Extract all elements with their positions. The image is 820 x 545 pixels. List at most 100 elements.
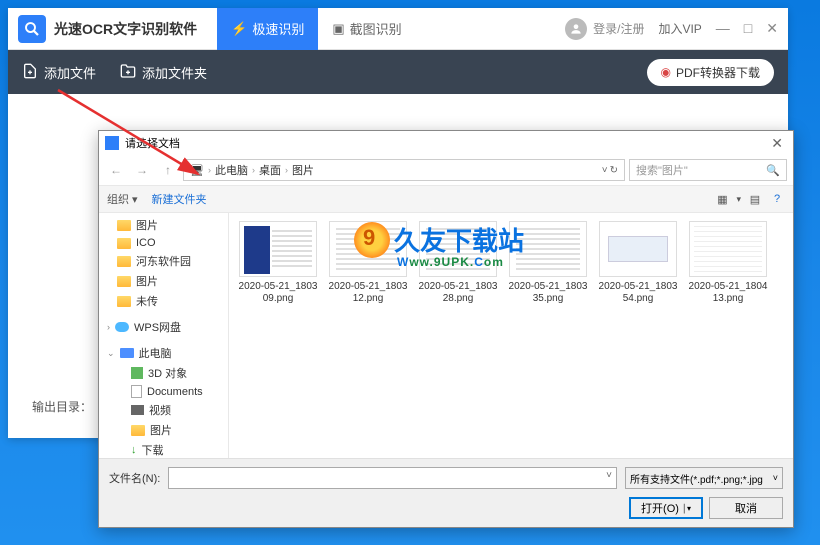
dialog-toolbar: 组织▾ 新建文件夹 ▦ ▾ ▤ ? — [99, 185, 793, 213]
file-name: 2020-05-21_180309.png — [237, 281, 319, 305]
nav-up-icon[interactable]: ↑ — [157, 159, 179, 181]
chevron-down-icon[interactable]: ˅ — [602, 468, 616, 483]
file-item[interactable]: 2020-05-21_180413.png — [687, 221, 769, 305]
add-folder-icon — [120, 63, 136, 82]
file-thumbnail — [509, 221, 587, 277]
dialog-nav-bar: ← → ↑ 🖥 › 此电脑 › 桌面 › 图片 ˅↻ 搜索"图片" 🔍 — [99, 155, 793, 185]
dialog-title: 请选择文档 — [125, 135, 180, 151]
app-logo-icon — [18, 15, 46, 43]
chevron-right-icon: › — [252, 165, 255, 175]
sidebar-item-pictures[interactable]: 图片 — [99, 215, 228, 235]
pdf-converter-button[interactable]: ◉ PDF转换器下载 — [647, 59, 775, 86]
add-folder-label: 添加文件夹 — [142, 63, 207, 82]
pc-icon — [120, 348, 134, 358]
sidebar-item-wps[interactable]: ›WPS网盘 — [99, 317, 228, 337]
lightning-icon: ⚡ — [231, 21, 247, 37]
cancel-button[interactable]: 取消 — [709, 497, 783, 519]
chevron-down-icon[interactable]: ˅ — [602, 165, 608, 176]
chevron-down-icon: ▾ — [132, 193, 138, 206]
dialog-app-icon — [105, 136, 119, 150]
cube-icon — [131, 367, 143, 379]
search-icon: 🔍 — [766, 164, 780, 177]
breadcrumb[interactable]: 🖥 › 此电脑 › 桌面 › 图片 ˅↻ — [183, 159, 625, 181]
organize-menu[interactable]: 组织▾ — [107, 191, 138, 207]
file-name: 2020-05-21_180328.png — [417, 281, 499, 305]
file-name: 2020-05-21_180413.png — [687, 281, 769, 305]
folder-icon — [117, 238, 131, 249]
open-button[interactable]: 打开(O)│▾ — [629, 497, 703, 519]
sidebar-item-this-pc[interactable]: ⌄此电脑 — [99, 343, 228, 363]
folder-icon — [117, 256, 131, 267]
video-icon — [131, 405, 144, 415]
filetype-select[interactable]: 所有支持文件(*.pdf;*.png;*.jpg ˅ — [625, 467, 783, 489]
file-item[interactable]: 2020-05-21_180309.png — [237, 221, 319, 305]
close-icon[interactable]: ✕ — [766, 20, 778, 37]
filename-label: 文件名(N): — [109, 470, 160, 486]
tab-screenshot-recognition[interactable]: ▣ 截图识别 — [318, 8, 415, 50]
nav-back-icon[interactable]: ← — [105, 159, 127, 181]
dialog-bottom-panel: 文件名(N): ˅ 所有支持文件(*.pdf;*.png;*.jpg ˅ 打开(O… — [99, 458, 793, 527]
collapse-icon[interactable]: ⌄ — [107, 348, 115, 359]
breadcrumb-item[interactable]: 图片 — [292, 162, 314, 178]
sidebar-item-pictures3[interactable]: 图片 — [99, 420, 228, 440]
pc-icon: 🖥 — [190, 164, 204, 177]
add-file-icon — [22, 63, 38, 82]
refresh-icon[interactable]: ↻ — [610, 165, 618, 176]
add-folder-button[interactable]: 添加文件夹 — [120, 63, 207, 82]
sidebar-item-downloads[interactable]: ↓下载 — [99, 440, 228, 458]
sidebar-item-pictures2[interactable]: 图片 — [99, 271, 228, 291]
file-item[interactable]: 2020-05-21_180354.png — [597, 221, 679, 305]
breadcrumb-item[interactable]: 桌面 — [259, 162, 281, 178]
sidebar-item-documents[interactable]: Documents — [99, 383, 228, 400]
search-input[interactable]: 搜索"图片" 🔍 — [629, 159, 787, 181]
file-thumbnail — [239, 221, 317, 277]
expand-icon[interactable]: › — [107, 322, 110, 332]
new-folder-button[interactable]: 新建文件夹 — [152, 191, 207, 207]
dialog-sidebar: 图片 ICO 河东软件园 图片 未传 ›WPS网盘 ⌄此电脑 3D 对象 Doc… — [99, 213, 229, 458]
output-label: 输出目录： — [32, 398, 92, 415]
download-icon: ↓ — [131, 444, 137, 456]
tab-label: 极速识别 — [252, 19, 304, 38]
user-login-area[interactable]: 登录/注册 — [565, 18, 644, 40]
nav-forward-icon[interactable]: → — [131, 159, 153, 181]
login-label: 登录/注册 — [593, 20, 644, 37]
file-list-area[interactable]: 2020-05-21_180309.png 2020-05-21_180312.… — [229, 213, 793, 458]
sidebar-item-3d[interactable]: 3D 对象 — [99, 363, 228, 383]
search-placeholder: 搜索"图片" — [636, 162, 688, 178]
chevron-right-icon: › — [208, 165, 211, 175]
minimize-icon[interactable]: — — [716, 20, 730, 37]
file-name: 2020-05-21_180354.png — [597, 281, 679, 305]
help-icon[interactable]: ? — [769, 191, 785, 207]
app-title: 光速OCR文字识别软件 — [54, 19, 197, 39]
tab-fast-recognition[interactable]: ⚡ 极速识别 — [217, 8, 318, 50]
file-thumbnail — [689, 221, 767, 277]
sidebar-item-hedong[interactable]: 河东软件园 — [99, 251, 228, 271]
sidebar-item-weichuan[interactable]: 未传 — [99, 291, 228, 311]
filetype-text: 所有支持文件(*.pdf;*.png;*.jpg — [630, 471, 763, 486]
filename-input[interactable]: ˅ — [168, 467, 617, 489]
folder-icon — [117, 220, 131, 231]
file-name: 2020-05-21_180312.png — [327, 281, 409, 305]
dialog-close-icon[interactable]: ✕ — [767, 135, 787, 152]
main-toolbar: 添加文件 添加文件夹 ◉ PDF转换器下载 — [8, 50, 788, 94]
split-chevron-icon[interactable]: │▾ — [682, 504, 691, 513]
dialog-titlebar: 请选择文档 ✕ — [99, 131, 793, 155]
file-item[interactable]: 2020-05-21_180335.png — [507, 221, 589, 305]
picture-icon — [131, 425, 145, 436]
user-icon — [565, 18, 587, 40]
screenshot-icon: ▣ — [332, 21, 344, 37]
view-details-icon[interactable]: ▤ — [747, 191, 763, 207]
chevron-down-icon[interactable]: ▾ — [736, 194, 741, 205]
breadcrumb-item[interactable]: 此电脑 — [215, 162, 248, 178]
add-file-button[interactable]: 添加文件 — [22, 63, 96, 82]
chevron-down-icon: ˅ — [773, 473, 778, 483]
vip-link[interactable]: 加入VIP — [658, 20, 701, 37]
sidebar-item-ico[interactable]: ICO — [99, 235, 228, 251]
maximize-icon[interactable]: □ — [744, 20, 752, 37]
pdf-label: PDF转换器下载 — [676, 64, 760, 81]
view-thumbnails-icon[interactable]: ▦ — [714, 191, 730, 207]
folder-icon — [117, 296, 131, 307]
file-thumbnail — [599, 221, 677, 277]
file-open-dialog: 请选择文档 ✕ ← → ↑ 🖥 › 此电脑 › 桌面 › 图片 ˅↻ 搜索"图片… — [98, 130, 794, 528]
sidebar-item-videos[interactable]: 视频 — [99, 400, 228, 420]
